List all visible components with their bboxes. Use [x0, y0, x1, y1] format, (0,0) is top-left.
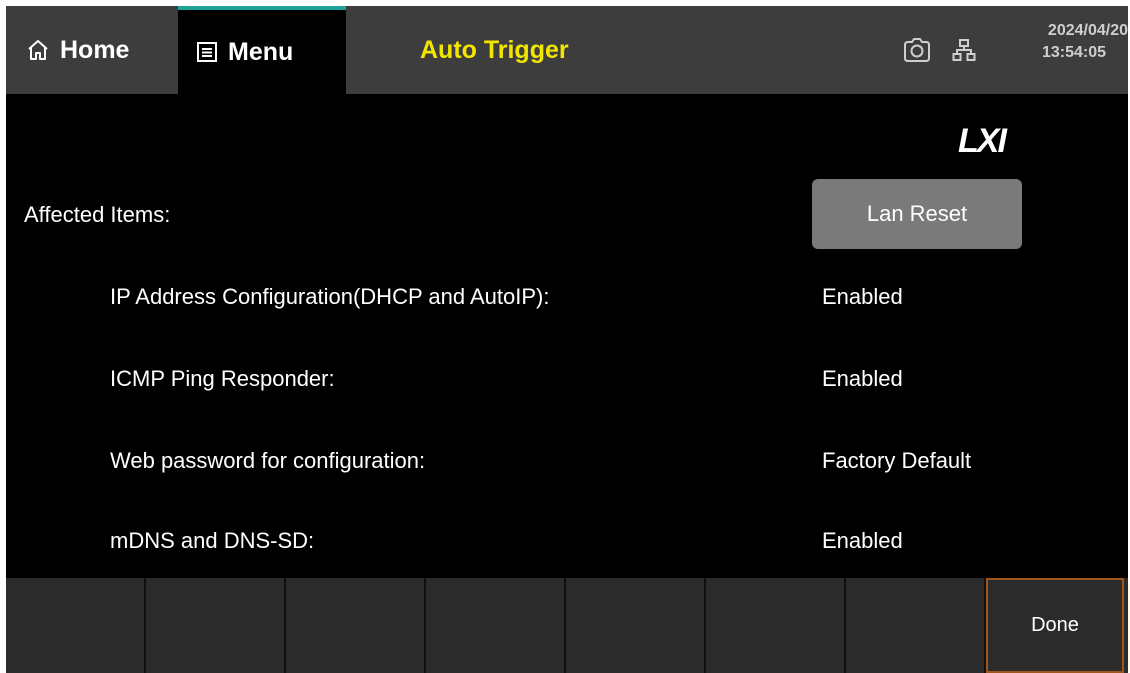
item-label: mDNS and DNS-SD:	[110, 528, 315, 553]
done-button[interactable]: Done	[986, 578, 1124, 673]
menu-icon	[197, 42, 217, 62]
network-icon	[952, 39, 976, 61]
screenshot-icon[interactable]	[902, 36, 932, 64]
date-text: 2024/04/20	[1047, 22, 1128, 39]
softkey-3[interactable]	[286, 578, 426, 673]
item-value: Enabled	[822, 528, 903, 553]
item-row-ip-config: IP Address Configuration(DHCP and AutoIP…	[6, 276, 1128, 316]
lan-reset-button[interactable]: Lan Reset	[812, 179, 1022, 249]
softkey-bar: Done	[6, 578, 1128, 673]
page-title: Auto Trigger	[420, 35, 569, 64]
softkey-6[interactable]	[706, 578, 846, 673]
item-label: Web password for configuration:	[110, 448, 426, 473]
lxi-logo: LXI	[958, 122, 1007, 161]
item-value: Enabled	[822, 366, 903, 391]
menu-tab[interactable]: Menu	[178, 6, 346, 94]
top-bar: Home Menu Auto Trigger 2024/04/20 13:54:…	[6, 6, 1128, 94]
datetime: 2024/04/20 13:54:05	[988, 20, 1128, 64]
item-label: IP Address Configuration(DHCP and AutoIP…	[110, 284, 550, 309]
home-icon	[28, 40, 48, 60]
time-text: 13:54:05	[1041, 44, 1106, 61]
item-value: Factory Default	[822, 448, 972, 473]
softkey-4[interactable]	[426, 578, 566, 673]
softkey-1[interactable]	[6, 578, 146, 673]
instrument-screen: Home Menu Auto Trigger 2024/04/20 13:54:…	[6, 6, 1128, 673]
home-label: Home	[60, 35, 130, 64]
softkey-2[interactable]	[146, 578, 286, 673]
item-row-mdns: mDNS and DNS-SD: Enabled	[6, 520, 1128, 560]
home-tab[interactable]: Home	[6, 6, 178, 94]
softkey-5[interactable]	[566, 578, 706, 673]
lxi-logo-text: LXI	[958, 122, 1007, 160]
softkey-7[interactable]	[846, 578, 986, 673]
item-row-web-password: Web password for configuration: Factory …	[6, 440, 1128, 480]
item-row-icmp: ICMP Ping Responder: Enabled	[6, 358, 1128, 398]
item-value: Enabled	[822, 284, 903, 309]
item-label: ICMP Ping Responder:	[110, 366, 335, 391]
menu-label: Menu	[228, 37, 294, 66]
affected-items-label: Affected Items:	[24, 202, 171, 227]
